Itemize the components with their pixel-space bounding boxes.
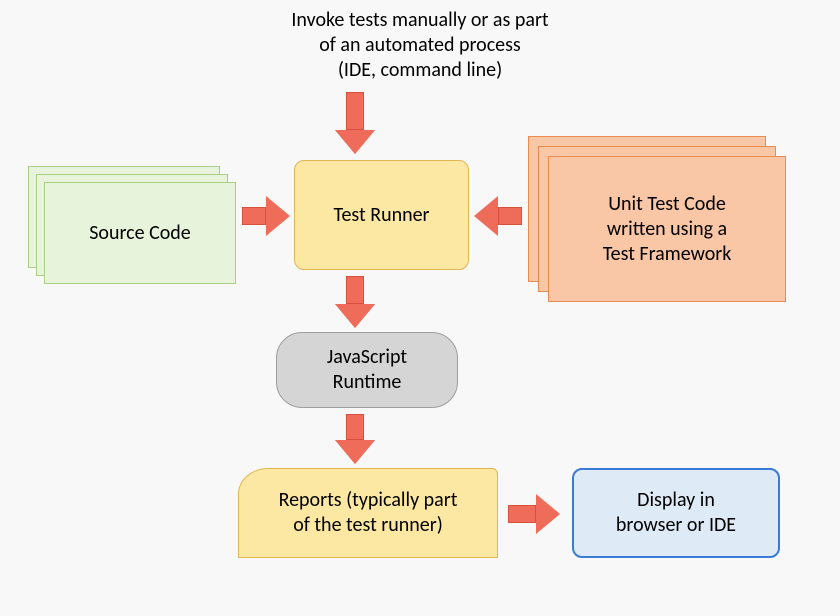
unit-test-line: Test Framework [603,242,732,266]
display-node: Display in browser or IDE [572,468,780,558]
reports-line: Reports (typically part [279,488,458,512]
arrow-down-icon [335,276,375,328]
unit-test-node: Unit Test Code written using a Test Fram… [548,156,786,302]
arrow-left-icon [474,196,522,236]
reports-node: Reports (typically part of the test runn… [238,468,498,558]
unit-test-line: Unit Test Code [608,192,726,216]
arrow-down-icon [335,414,375,464]
test-runner-node: Test Runner [294,160,469,270]
arrow-right-icon [508,494,560,534]
display-line: Display in [637,488,715,512]
diagram-canvas: Invoke tests manually or as part of an a… [0,0,840,616]
unit-test-line: written using a [607,217,727,241]
top-annotation-line: of an automated process [319,33,521,57]
top-annotation: Invoke tests manually or as part of an a… [230,8,610,83]
source-code-label: Source Code [89,221,191,246]
source-code-node: Source Code [44,182,236,284]
arrow-down-icon [335,92,375,154]
top-annotation-line: Invoke tests manually or as part [291,8,548,32]
js-runtime-line: Runtime [333,370,402,394]
js-runtime-line: JavaScript [327,345,407,369]
test-runner-label: Test Runner [333,203,429,228]
top-annotation-line: (IDE, command line) [338,58,502,82]
reports-line: of the test runner) [293,513,443,537]
js-runtime-node: JavaScript Runtime [276,332,458,408]
arrow-right-icon [242,196,290,236]
display-line: browser or IDE [616,513,736,537]
